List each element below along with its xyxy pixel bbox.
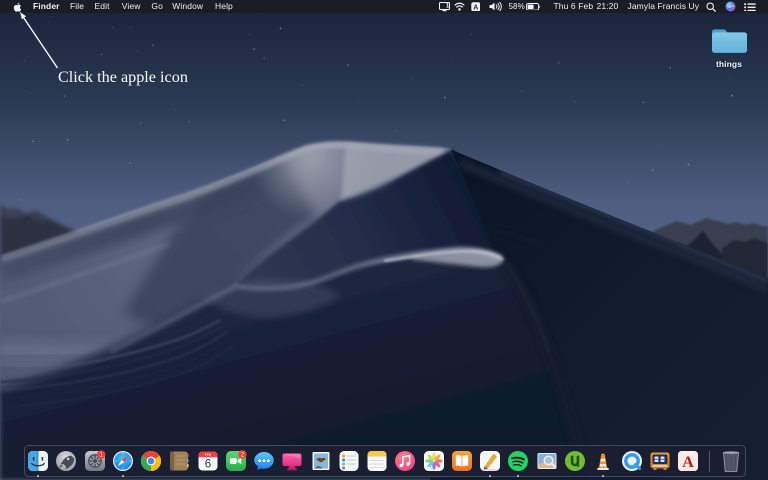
svg-text:A: A [473,4,478,11]
svg-text:6: 6 [204,459,210,471]
svg-text:A: A [682,454,694,471]
svg-text:FEB: FEB [204,453,211,457]
svg-text:1: 1 [445,2,449,9]
